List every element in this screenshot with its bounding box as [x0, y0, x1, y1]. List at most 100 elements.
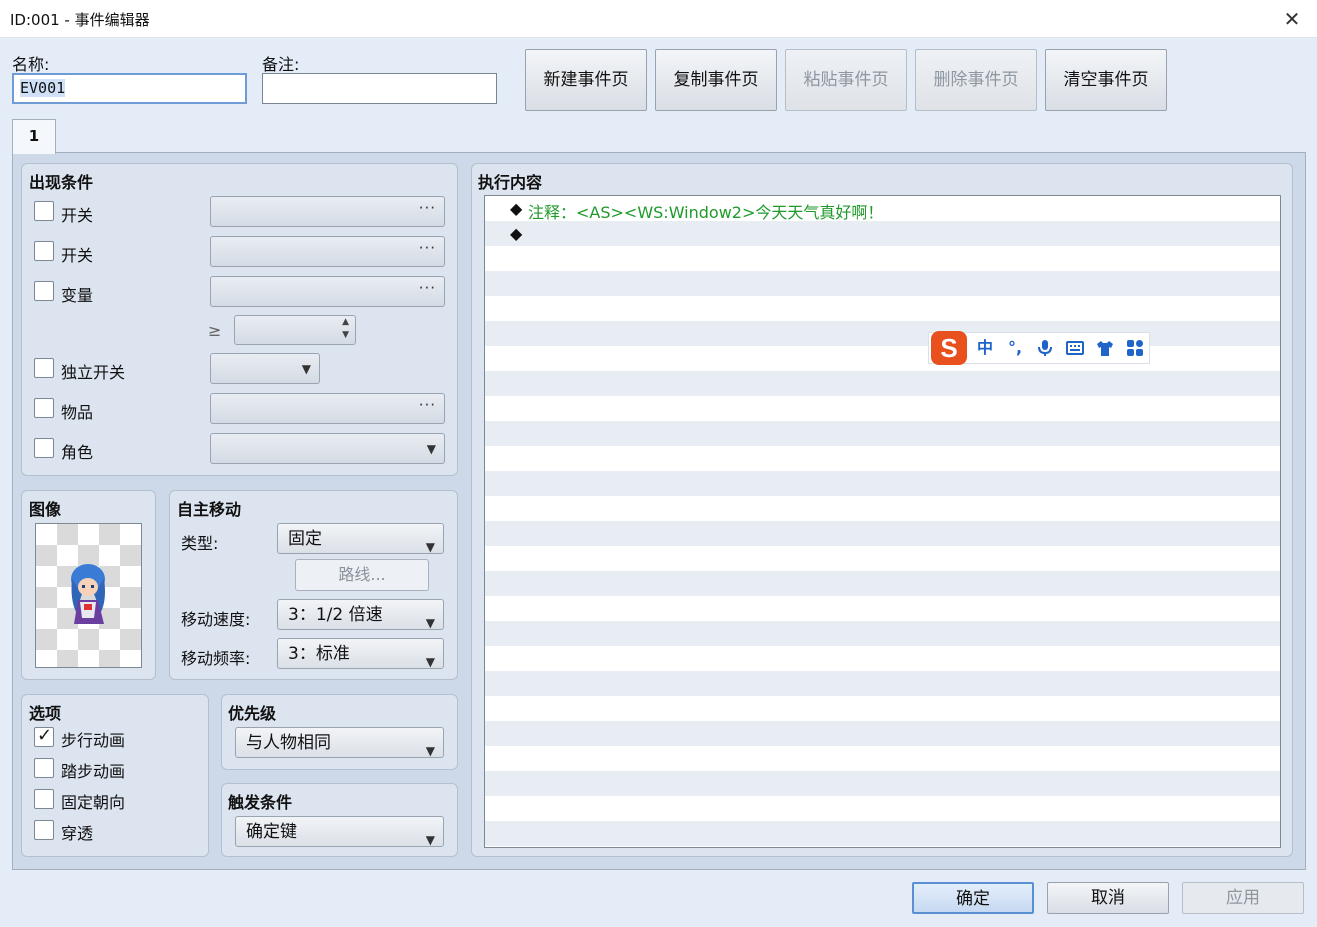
copy-page-button[interactable]: 复制事件页	[655, 49, 777, 111]
list-row[interactable]	[485, 271, 1280, 296]
through-checkbox[interactable]	[34, 820, 54, 840]
new-page-button[interactable]: 新建事件页	[525, 49, 647, 111]
variable-value-spinner[interactable]: ▲ ▼	[234, 315, 356, 345]
self-switch-checkbox[interactable]	[34, 358, 54, 378]
variable-label: 变量	[61, 286, 94, 305]
keyboard-icon[interactable]	[1066, 339, 1084, 357]
list-row[interactable]	[485, 471, 1280, 496]
list-row[interactable]	[485, 496, 1280, 521]
list-row[interactable]	[485, 296, 1280, 321]
character-sprite	[71, 564, 105, 624]
list-row[interactable]	[485, 671, 1280, 696]
list-row[interactable]	[485, 446, 1280, 471]
language-toggle-icon[interactable]: 中	[976, 339, 994, 357]
walking-animation-label: 步行动画	[61, 731, 126, 750]
switch2-checkbox[interactable]	[34, 241, 54, 261]
list-row[interactable]	[485, 746, 1280, 771]
list-row[interactable]	[485, 846, 1280, 847]
paste-page-button[interactable]: 粘贴事件页	[785, 49, 907, 111]
list-row[interactable]	[485, 621, 1280, 646]
trigger-select[interactable]: 确定键 ▼	[235, 816, 444, 847]
list-row[interactable]	[485, 646, 1280, 671]
item-checkbox[interactable]	[34, 398, 54, 418]
actor-select[interactable]: ▼	[210, 433, 445, 464]
priority-value: 与人物相同	[246, 733, 331, 753]
through-label: 穿透	[61, 824, 94, 843]
stepping-animation-label: 踏步动画	[61, 762, 126, 781]
stepping-animation-checkbox[interactable]	[34, 758, 54, 778]
switch2-field[interactable]: ···	[210, 236, 445, 267]
note-input[interactable]	[262, 73, 497, 104]
chevron-down-icon: ▼	[425, 655, 435, 669]
list-row[interactable]: ◆	[485, 221, 1280, 246]
type-label: 类型:	[181, 534, 219, 553]
command-bullet: ◆	[510, 224, 523, 243]
list-row[interactable]	[485, 521, 1280, 546]
list-row[interactable]	[485, 546, 1280, 571]
tab-page-1[interactable]: 1	[12, 119, 56, 154]
command-text: 注释：<AS><WS:Window2>今天天气真好啊！	[528, 203, 884, 222]
delete-page-button[interactable]: 删除事件页	[915, 49, 1037, 111]
title-bar: ID:001 - 事件编辑器 ✕	[0, 0, 1317, 38]
frequency-label: 移动频率:	[181, 649, 251, 668]
name-value: EV001	[20, 79, 66, 97]
gte-label: ≥	[208, 321, 222, 340]
route-button[interactable]: 路线...	[295, 559, 429, 591]
list-row[interactable]: ◆ 注释：<AS><WS:Window2>今天天气真好啊！	[485, 196, 1280, 222]
ime-toolbar[interactable]: S 中 °,	[928, 331, 1150, 365]
image-title: 图像	[29, 500, 62, 519]
list-row[interactable]	[485, 421, 1280, 446]
priority-select[interactable]: 与人物相同 ▼	[235, 727, 444, 758]
name-input[interactable]: EV001	[12, 73, 247, 104]
switch1-field[interactable]: ···	[210, 196, 445, 227]
direction-fix-checkbox[interactable]	[34, 789, 54, 809]
cancel-button[interactable]: 取消	[1047, 882, 1169, 914]
list-row[interactable]	[485, 696, 1280, 721]
actor-checkbox[interactable]	[34, 438, 54, 458]
microphone-icon[interactable]	[1036, 339, 1054, 357]
type-select[interactable]: 固定 ▼	[277, 523, 444, 554]
variable-field[interactable]: ···	[210, 276, 445, 307]
clear-page-button[interactable]: 清空事件页	[1045, 49, 1167, 111]
event-command-list[interactable]: ◆ 注释：<AS><WS:Window2>今天天气真好啊！ ◆	[484, 195, 1281, 848]
note-label: 备注:	[262, 55, 300, 74]
list-row[interactable]	[485, 571, 1280, 596]
self-switch-label: 独立开关	[61, 363, 126, 382]
chevron-down-icon: ▼	[301, 362, 311, 376]
variable-checkbox[interactable]	[34, 281, 54, 301]
speed-label: 移动速度:	[181, 610, 251, 629]
speed-select[interactable]: 3：1/2 倍速 ▼	[277, 599, 444, 630]
actor-label: 角色	[61, 443, 94, 462]
ellipsis-icon: ···	[418, 239, 436, 257]
switch2-label: 开关	[61, 246, 94, 265]
autonomous-title: 自主移动	[177, 500, 242, 519]
apps-icon[interactable]	[1126, 339, 1144, 357]
list-row[interactable]	[485, 721, 1280, 746]
list-row[interactable]	[485, 396, 1280, 421]
chevron-down-icon: ▼	[426, 442, 436, 456]
list-row[interactable]	[485, 596, 1280, 621]
apply-button[interactable]: 应用	[1182, 882, 1304, 914]
spin-down-icon[interactable]: ▼	[342, 330, 349, 340]
list-row[interactable]	[485, 321, 1280, 346]
list-row[interactable]	[485, 371, 1280, 396]
list-row[interactable]	[485, 796, 1280, 821]
punctuation-icon[interactable]: °,	[1006, 339, 1024, 357]
options-title: 选项	[29, 704, 62, 723]
switch1-checkbox[interactable]	[34, 201, 54, 221]
self-switch-select[interactable]: ▼	[210, 353, 320, 384]
close-button[interactable]: ✕	[1277, 4, 1307, 34]
list-row[interactable]	[485, 771, 1280, 796]
shirt-icon[interactable]	[1096, 339, 1114, 357]
speed-value: 3：1/2 倍速	[288, 605, 383, 625]
item-field[interactable]: ···	[210, 393, 445, 424]
list-row[interactable]	[485, 346, 1280, 371]
list-row[interactable]	[485, 246, 1280, 271]
sogou-logo-icon[interactable]: S	[931, 331, 967, 365]
walking-animation-checkbox[interactable]	[34, 725, 54, 747]
spin-up-icon[interactable]: ▲	[342, 317, 349, 327]
ok-button[interactable]: 确定	[912, 882, 1034, 914]
list-row[interactable]	[485, 821, 1280, 846]
frequency-select[interactable]: 3：标准 ▼	[277, 638, 444, 669]
character-image[interactable]	[35, 523, 142, 668]
